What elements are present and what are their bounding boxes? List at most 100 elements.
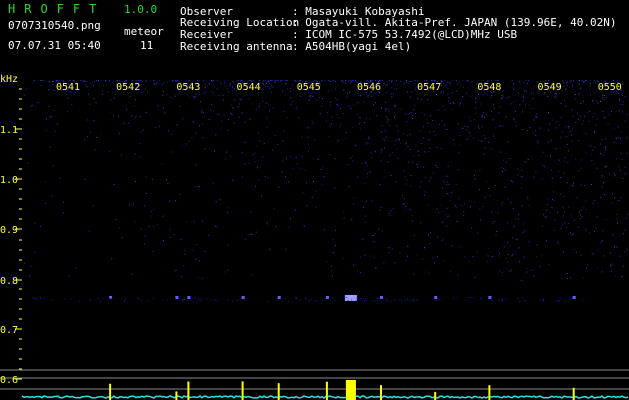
noise-dot [364,254,366,256]
noise-dot [509,158,511,159]
echo-noise-dot [237,299,239,301]
noise-dot [567,161,569,163]
noise-dot [604,94,605,96]
noise-dot [458,197,460,199]
noise-dot [543,93,545,94]
noise-dot [427,122,429,124]
noise-dot [387,84,389,86]
noise-dot [420,98,422,100]
noise-dot [45,118,47,120]
noise-dot [519,104,521,106]
noise-dot [463,211,465,213]
noise-dot [128,122,130,124]
noise-dot [153,225,155,227]
noise-dot [300,167,302,169]
noise-dot [512,254,514,256]
noise-dot [269,110,270,112]
noise-dot [505,169,506,171]
noise-dot [517,174,519,176]
noise-dot [145,176,147,178]
noise-dot [506,97,508,99]
noise-dot [337,114,338,115]
noise-dot [589,84,591,86]
noise-dot [39,225,41,227]
noise-dot [566,226,568,228]
noise-dot [223,81,225,83]
noise-dot [621,275,622,277]
noise-dot [442,221,444,223]
noise-dot [563,82,565,84]
noise-dot [429,139,431,141]
noise-dot [47,81,49,83]
noise-dot [130,96,131,98]
noise-dot [451,245,453,247]
noise-dot [506,161,508,163]
noise-dot [320,168,322,170]
noise-dot [134,153,136,155]
noise-dot [567,126,569,127]
noise-dot [211,90,212,92]
noise-dot [615,137,617,139]
noise-dot [510,202,512,204]
noise-dot [601,97,603,99]
noise-dot [348,186,350,188]
noise-dot [100,134,102,135]
noise-dot [475,112,477,114]
noise-dot [624,229,626,231]
noise-dot [574,219,576,221]
noise-dot [268,104,270,106]
noise-dot [494,185,496,186]
noise-dot [381,230,383,232]
noise-dot [222,94,224,96]
noise-dot [249,162,251,164]
noise-dot [512,181,514,183]
noise-dot [619,98,621,100]
noise-dot [298,117,300,119]
noise-dot [570,214,572,216]
noise-dot [444,109,446,111]
noise-dot [118,115,120,117]
noise-dot [551,169,553,171]
noise-dot [367,142,369,144]
noise-dot [292,100,294,102]
noise-dot [614,245,616,247]
noise-dot [524,90,526,92]
noise-dot [259,80,260,82]
noise-dot [195,132,197,134]
signal-spike [345,380,356,400]
noise-dot [555,97,557,99]
echo-noise-dot [343,297,345,299]
noise-dot [512,237,514,239]
noise-dot [502,90,504,92]
echo-noise-dot [140,299,142,301]
noise-dot [290,97,292,99]
frequency-reference-lines [0,369,629,390]
noise-dot [203,80,205,81]
noise-dot [585,200,587,202]
noise-dot [583,80,585,82]
noise-dot [567,81,569,83]
noise-dot [523,256,525,258]
echo-noise-dot [543,300,545,302]
noise-dot [184,249,186,251]
meteor-echo [380,296,383,299]
noise-dot [596,216,598,218]
noise-dot [212,182,214,184]
noise-dot [548,112,549,113]
noise-dot [608,114,610,115]
noise-dot [168,130,169,132]
noise-dot [266,117,268,119]
x-tick-label: 0546 [357,82,381,93]
noise-dot [30,105,32,107]
noise-dot [254,152,256,154]
noise-dot [591,184,593,185]
noise-dot [321,184,323,186]
noise-dot [605,147,607,149]
noise-dot [471,227,473,229]
noise-dot [523,161,525,163]
noise-dot [53,89,55,91]
noise-dot [310,96,312,98]
noise-dot [202,220,204,222]
noise-dot [88,230,90,232]
noise-dot [90,83,92,85]
